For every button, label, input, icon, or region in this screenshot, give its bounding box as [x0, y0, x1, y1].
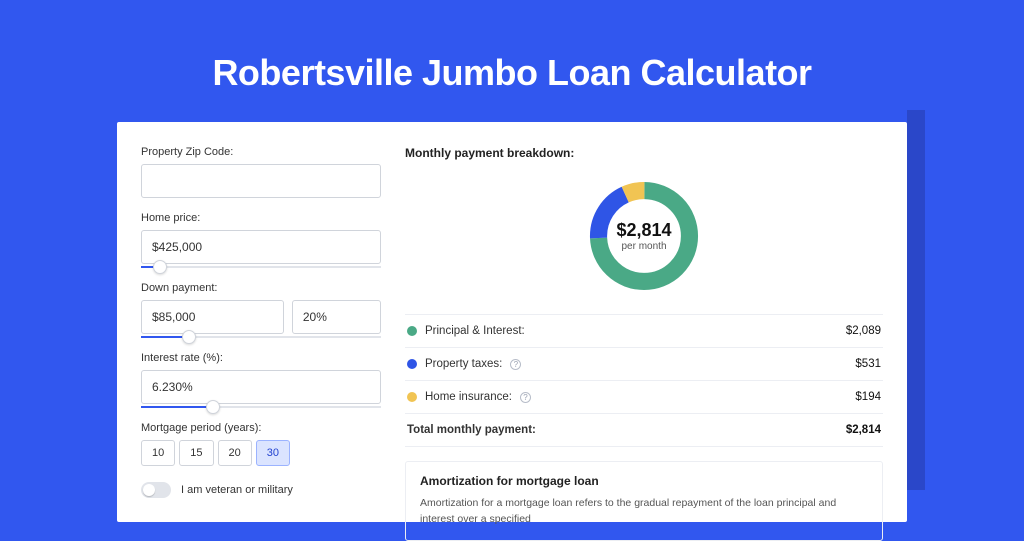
rate-slider[interactable]	[141, 406, 381, 408]
amortization-title: Amortization for mortgage loan	[420, 474, 868, 488]
legend-value: $531	[855, 358, 881, 370]
period-options: 10 15 20 30	[141, 440, 381, 466]
down-label: Down payment:	[141, 282, 381, 294]
zip-field: Property Zip Code:	[141, 146, 381, 198]
amortization-section: Amortization for mortgage loan Amortizat…	[405, 461, 883, 541]
dot-icon	[407, 326, 417, 336]
down-percent-input[interactable]	[292, 300, 381, 334]
breakdown-panel: Monthly payment breakdown: $2,814 per mo…	[405, 146, 883, 522]
legend-row-taxes: Property taxes: ? $531	[405, 348, 883, 381]
legend-row-principal: Principal & Interest: $2,089	[405, 315, 883, 348]
donut-amount: $2,814	[616, 220, 671, 241]
price-input[interactable]	[141, 230, 381, 264]
down-amount-input[interactable]	[141, 300, 284, 334]
breakdown-title: Monthly payment breakdown:	[405, 146, 883, 160]
donut-chart-wrap: $2,814 per month	[405, 170, 883, 314]
legend-row-insurance: Home insurance: ? $194	[405, 381, 883, 414]
legend-label: Principal & Interest:	[425, 325, 525, 337]
dot-icon	[407, 359, 417, 369]
legend-label: Home insurance:	[425, 391, 512, 403]
info-icon[interactable]: ?	[520, 392, 531, 403]
rate-input[interactable]	[141, 370, 381, 404]
zip-input[interactable]	[141, 164, 381, 198]
down-field: Down payment:	[141, 282, 381, 338]
down-slider-thumb[interactable]	[182, 330, 196, 344]
toggle-knob	[143, 484, 155, 496]
info-icon[interactable]: ?	[510, 359, 521, 370]
dot-icon	[407, 392, 417, 402]
veteran-toggle[interactable]	[141, 482, 171, 498]
rate-label: Interest rate (%):	[141, 352, 381, 364]
price-slider[interactable]	[141, 266, 381, 268]
period-option-30[interactable]: 30	[256, 440, 290, 466]
form-panel: Property Zip Code: Home price: Down paym…	[141, 146, 381, 522]
calculator-card: Property Zip Code: Home price: Down paym…	[117, 122, 907, 522]
legend-value: $194	[855, 391, 881, 403]
legend-total-value: $2,814	[846, 424, 881, 436]
legend: Principal & Interest: $2,089 Property ta…	[405, 314, 883, 447]
price-slider-thumb[interactable]	[153, 260, 167, 274]
hero: Robertsville Jumbo Loan Calculator	[0, 0, 1024, 94]
veteran-label: I am veteran or military	[181, 484, 293, 496]
zip-label: Property Zip Code:	[141, 146, 381, 158]
donut-sub: per month	[621, 241, 666, 252]
legend-value: $2,089	[846, 325, 881, 337]
legend-total-label: Total monthly payment:	[407, 424, 536, 436]
page-title: Robertsville Jumbo Loan Calculator	[0, 52, 1024, 94]
period-option-15[interactable]: 15	[179, 440, 213, 466]
donut-center: $2,814 per month	[584, 176, 704, 296]
down-slider[interactable]	[141, 336, 381, 338]
rate-slider-thumb[interactable]	[206, 400, 220, 414]
price-label: Home price:	[141, 212, 381, 224]
legend-label: Property taxes:	[425, 358, 502, 370]
period-option-10[interactable]: 10	[141, 440, 175, 466]
period-field: Mortgage period (years): 10 15 20 30	[141, 422, 381, 466]
period-option-20[interactable]: 20	[218, 440, 252, 466]
period-label: Mortgage period (years):	[141, 422, 381, 434]
donut-chart: $2,814 per month	[584, 176, 704, 296]
price-field: Home price:	[141, 212, 381, 268]
legend-row-total: Total monthly payment: $2,814	[405, 414, 883, 447]
veteran-row: I am veteran or military	[141, 482, 381, 498]
rate-field: Interest rate (%):	[141, 352, 381, 408]
